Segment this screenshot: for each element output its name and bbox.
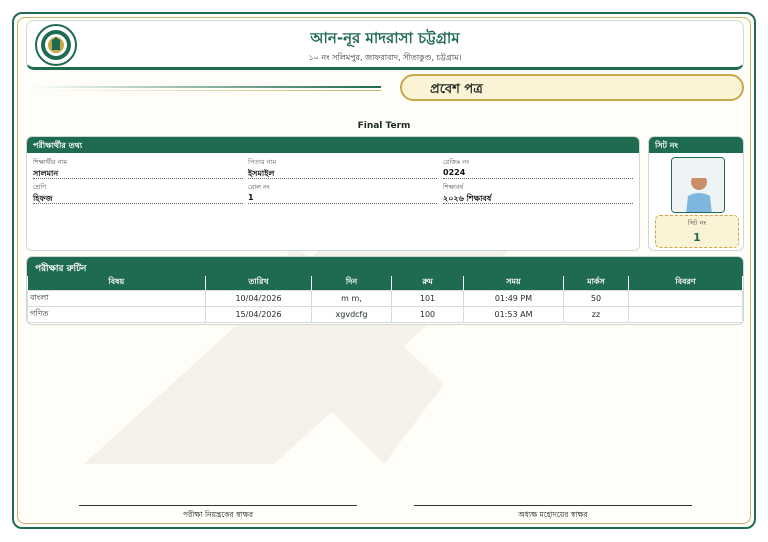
- school-name: আন-নূর মাদরাসা চট্টগ্রাম: [310, 29, 460, 47]
- col-date: তারিখ: [205, 276, 312, 290]
- col-marks: মার্কস: [563, 276, 629, 290]
- exam-term: Final Term: [357, 121, 411, 131]
- field-label: শিক্ষার্থীর নাম: [33, 158, 67, 166]
- field-value: হিফজ: [33, 194, 53, 203]
- field-label: শিক্ষাবর্ষ: [443, 183, 464, 191]
- exam-routine-card: পরীক্ষার রুটিন বিষয় তারিখ দিন রুম সময় …: [26, 256, 744, 325]
- col-details: বিবরণ: [628, 276, 743, 290]
- table-row: বাংলা 10/04/2026 m m, 101 01:49 PM 50: [27, 289, 743, 307]
- cell-date: 10/04/2026: [205, 289, 312, 307]
- field-label: রেজিঃ নং: [443, 158, 470, 166]
- cell-time: 01:49 PM: [463, 289, 564, 307]
- father-name-field: পিতার নাম ইসমাইল: [248, 156, 437, 179]
- student-info-card: পরীক্ষার্থীর তথ্য শিক্ষার্থীর নাম সালমান…: [26, 136, 640, 251]
- seat-card: সিট নং সিট নং 1: [648, 136, 744, 251]
- cell-details: [628, 305, 743, 323]
- roll-field: রোল নং 1: [248, 181, 437, 204]
- student-info-heading: পরীক্ষার্থীর তথ্য: [27, 137, 639, 153]
- col-day: দিন: [311, 276, 392, 290]
- seat-value: 1: [693, 231, 701, 244]
- cell-details: [628, 289, 743, 307]
- controller-signature: পরীক্ষা নিয়ন্ত্রকের স্বাক্ষর: [79, 505, 357, 522]
- class-field: শ্রেণি হিফজ: [33, 181, 243, 204]
- document-title: প্রবেশ পত্র: [430, 82, 483, 97]
- student-name-field: শিক্ষার্থীর নাম সালমান: [33, 156, 243, 179]
- col-time: সময়: [463, 276, 564, 290]
- field-label: শ্রেণি: [33, 183, 47, 191]
- routine-header-row: বিষয় তারিখ দিন রুম সময় মার্কস বিবরণ: [27, 276, 743, 290]
- student-avatar-icon: [672, 158, 724, 212]
- student-photo: [671, 157, 725, 213]
- cell-marks: 50: [563, 289, 629, 307]
- document-title-badge: প্রবেশ পত্র: [400, 74, 744, 101]
- field-value: 1: [248, 193, 254, 202]
- cell-date: 15/04/2026: [205, 305, 312, 323]
- field-label: পিতার নাম: [248, 158, 277, 166]
- field-label: রোল নং: [248, 183, 270, 191]
- table-row: গণিত 15/04/2026 xgvdcfg 100 01:53 AM zz: [27, 305, 743, 323]
- cell-subject: বাংলা: [27, 289, 206, 307]
- principal-signature: অধ্যক্ষ মহোদয়ের স্বাক্ষর: [414, 505, 692, 522]
- cell-room: 100: [391, 305, 464, 323]
- seat-heading: সিট নং: [649, 137, 743, 153]
- field-value: ইসমাইল: [248, 169, 275, 178]
- academic-year-field: শিক্ষাবর্ষ ২০২৬ শিক্ষাবর্ষ: [443, 181, 633, 204]
- admit-card: আন-নূর মাদরাসা চট্টগ্রাম ১০ নং সলিমপুর, …: [12, 12, 756, 529]
- school-address: ১০ নং সলিমপুর, জাফরাবাদ, সীতাকুণ্ড, চট্ট…: [308, 53, 462, 62]
- seat-label: সিট নং: [687, 219, 707, 227]
- field-value: সালমান: [33, 169, 59, 178]
- routine-heading: পরীক্ষার রুটিন: [27, 257, 743, 276]
- field-value: 0224: [443, 168, 466, 177]
- cell-marks: zz: [563, 305, 629, 323]
- registration-field: রেজিঃ নং 0224: [443, 156, 633, 179]
- title-divider-gold: [26, 90, 381, 91]
- col-room: রুম: [391, 276, 464, 290]
- cell-room: 101: [391, 289, 464, 307]
- cell-time: 01:53 AM: [463, 305, 564, 323]
- cell-day: xgvdcfg: [311, 305, 392, 323]
- cell-day: m m,: [311, 289, 392, 307]
- seat-number-box: সিট নং 1: [655, 215, 739, 248]
- col-subject: বিষয়: [27, 276, 206, 290]
- routine-table: বিষয় তারিখ দিন রুম সময় মার্কস বিবরণ বা…: [27, 276, 743, 323]
- cell-subject: গণিত: [27, 305, 206, 323]
- title-divider: [26, 86, 381, 88]
- school-header: আন-নূর মাদরাসা চট্টগ্রাম ১০ নং সলিমপুর, …: [26, 20, 744, 70]
- field-value: ২০২৬ শিক্ষাবর্ষ: [443, 194, 492, 203]
